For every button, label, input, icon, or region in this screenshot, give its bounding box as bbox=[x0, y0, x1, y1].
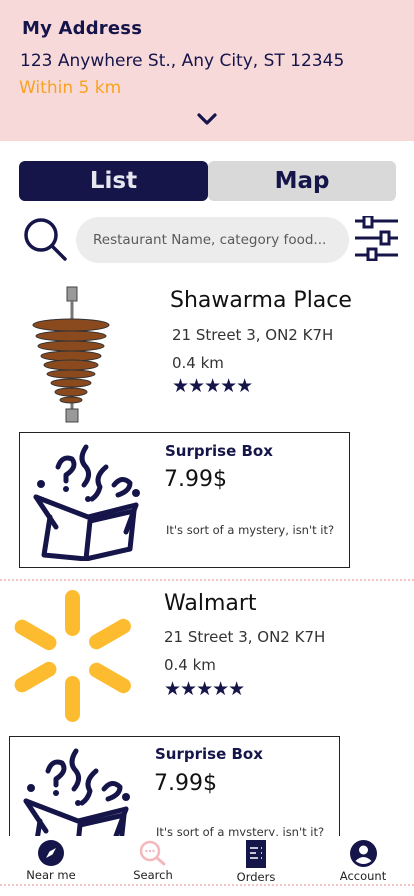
surprise-box-card[interactable]: Surprise Box 7.99$ It's sort of a myster… bbox=[19, 432, 350, 568]
nav-divider bbox=[0, 884, 414, 886]
receipt-icon bbox=[246, 840, 266, 868]
shawarma-image bbox=[32, 286, 110, 423]
filter-sliders-icon[interactable] bbox=[355, 216, 398, 261]
walmart-logo bbox=[14, 590, 131, 722]
nav-label: Near me bbox=[26, 868, 76, 882]
nav-label: Search bbox=[133, 868, 173, 882]
search-input[interactable] bbox=[76, 217, 349, 263]
restaurant-distance: 0.4 km bbox=[164, 656, 216, 674]
offer-title: Surprise Box bbox=[155, 745, 263, 763]
address-header[interactable]: My Address 123 Anywhere St., Any City, S… bbox=[0, 0, 414, 141]
rating-stars: ★★★★★ bbox=[164, 678, 245, 700]
compass-icon bbox=[38, 840, 64, 866]
nav-search[interactable]: Search bbox=[108, 836, 198, 882]
bottom-nav: Near me Search Orders Account bbox=[0, 836, 414, 886]
nav-account[interactable]: Account bbox=[318, 836, 408, 883]
nav-label: Orders bbox=[236, 870, 276, 884]
offer-description: It's sort of a mystery, isn't it? bbox=[166, 523, 335, 537]
restaurant-distance: 0.4 km bbox=[172, 354, 224, 372]
nav-orders[interactable]: Orders bbox=[211, 836, 301, 884]
address-title: My Address bbox=[22, 18, 143, 39]
range-text: Within 5 km bbox=[19, 78, 122, 98]
offer-price: 7.99$ bbox=[154, 771, 217, 796]
search-icon bbox=[139, 840, 166, 866]
tab-list[interactable]: List bbox=[19, 161, 208, 201]
tab-map[interactable]: Map bbox=[208, 161, 396, 201]
restaurant-name[interactable]: Walmart bbox=[164, 591, 257, 616]
restaurant-address: 21 Street 3, ON2 K7H bbox=[172, 326, 334, 344]
restaurant-address: 21 Street 3, ON2 K7H bbox=[164, 628, 326, 646]
restaurant-name[interactable]: Shawarma Place bbox=[170, 288, 352, 313]
offer-price: 7.99$ bbox=[164, 467, 227, 492]
address-text: 123 Anywhere St., Any City, ST 12345 bbox=[20, 51, 345, 71]
divider bbox=[0, 579, 414, 581]
account-icon bbox=[349, 840, 377, 867]
chevron-down-icon[interactable] bbox=[196, 112, 218, 126]
mystery-box-icon bbox=[33, 444, 140, 561]
nav-near-me[interactable]: Near me bbox=[6, 836, 96, 882]
offer-title: Surprise Box bbox=[165, 442, 273, 460]
rating-stars: ★★★★★ bbox=[172, 375, 253, 397]
search-icon[interactable] bbox=[22, 216, 68, 262]
nav-label: Account bbox=[339, 869, 387, 883]
